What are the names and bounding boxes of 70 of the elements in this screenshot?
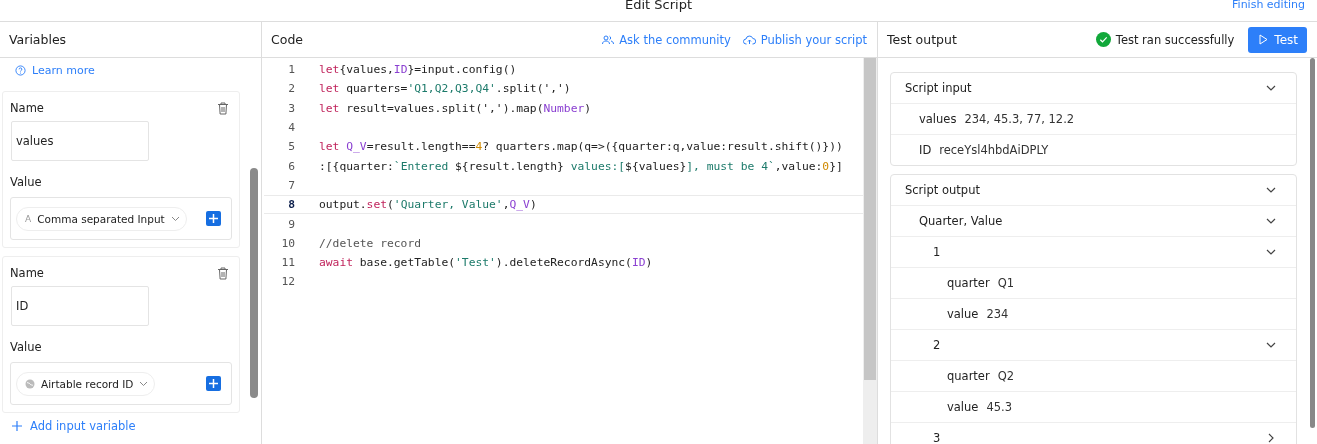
code-line: :[{quarter:`Entered ${result.length} values:[${values}], must be 4`,value:0}]	[319, 159, 843, 173]
tree-row[interactable]: 1	[891, 236, 1296, 267]
trash-icon[interactable]	[217, 266, 229, 280]
line-number: 12	[280, 275, 295, 289]
section-header[interactable]: Script input	[891, 73, 1296, 103]
line-number: 4	[287, 121, 295, 135]
field-label: Name	[10, 101, 44, 115]
test-button[interactable]: Test	[1248, 26, 1307, 53]
output-key: values	[919, 112, 957, 126]
trash-icon[interactable]	[217, 101, 229, 115]
output-value: 234	[986, 307, 1009, 321]
panel-title: Test output	[887, 32, 957, 47]
code-line: let Q_V=result.length==4? quarters.map(q=>({quarter:q,value:result.shift()}))	[319, 140, 843, 154]
line-number: 11	[280, 256, 295, 270]
line-number: 9	[287, 217, 295, 231]
line-number: 6	[287, 159, 295, 173]
code-line: let quarters='Q1,Q2,Q3,Q4'.split(',')	[319, 82, 571, 96]
finish-editing-link[interactable]: Finish editing	[1232, 0, 1305, 11]
output-value: Q1	[997, 276, 1015, 290]
line-number: 8	[287, 198, 295, 212]
code-line: //delete record	[319, 236, 422, 250]
cloud-upload-icon	[742, 34, 756, 45]
tree-row[interactable]: 3	[891, 422, 1296, 444]
output-value: Q2	[997, 369, 1015, 383]
play-icon	[1259, 34, 1269, 45]
output-value: 234, 45.3, 77, 12.2	[964, 112, 1075, 126]
name-input-field[interactable]: values	[11, 121, 149, 161]
code-line: await base.getTable('Test').deleteRecordAsync(ID)	[319, 256, 653, 270]
line-number: 1	[287, 63, 295, 77]
field-label: Name	[10, 266, 44, 280]
code-line: output.set('Quarter, Value',Q_V)	[319, 198, 537, 212]
success-check-icon	[1095, 32, 1111, 47]
status-text: Test ran successfully	[1115, 32, 1235, 47]
learn-more-link[interactable]: Learn more	[2, 64, 247, 77]
add-input-variable-link[interactable]: Add input variable	[2, 419, 247, 433]
type-glyph: A	[25, 213, 32, 224]
tree-row[interactable]: 2	[891, 329, 1296, 360]
section-header[interactable]: Script output	[891, 175, 1296, 205]
output-value: receYsl4hbdAiDPLY	[939, 143, 1049, 157]
plus-icon	[12, 421, 22, 431]
code-line: let{values,ID}=input.config()	[319, 63, 517, 77]
output-key: value	[947, 400, 979, 414]
scrollbar[interactable]	[863, 58, 877, 444]
globe-icon	[25, 378, 35, 389]
output-key: quarter	[947, 276, 990, 290]
window-title: Edit Script	[625, 0, 692, 11]
field-label: Value	[10, 340, 43, 354]
output-key: ID	[919, 143, 932, 157]
output-key: quarter	[947, 369, 990, 383]
code-line: let result=values.split(',').map(Number)	[319, 101, 592, 115]
line-number: 5	[287, 140, 295, 154]
field-label: Value	[10, 175, 43, 189]
chevron-down-icon	[139, 380, 149, 387]
tree-row[interactable]: Quarter, Value	[891, 205, 1296, 236]
chevron-down-icon	[170, 215, 180, 222]
output-value: 45.3	[986, 400, 1013, 414]
add-icon[interactable]	[206, 211, 221, 226]
people-icon	[602, 34, 615, 45]
name-input-field[interactable]: ID	[11, 286, 149, 326]
header-link[interactable]: Publish your script	[742, 32, 867, 47]
line-number: 2	[287, 82, 295, 96]
panel-title: Variables	[9, 32, 67, 47]
add-icon[interactable]	[206, 376, 221, 391]
output-key: value	[947, 307, 979, 321]
help-icon	[15, 65, 26, 76]
line-number: 10	[280, 236, 295, 250]
header-link[interactable]: Ask the community	[602, 32, 731, 47]
panel-title: Code	[271, 32, 303, 47]
line-number: 3	[287, 101, 295, 115]
line-number: 7	[287, 178, 295, 192]
